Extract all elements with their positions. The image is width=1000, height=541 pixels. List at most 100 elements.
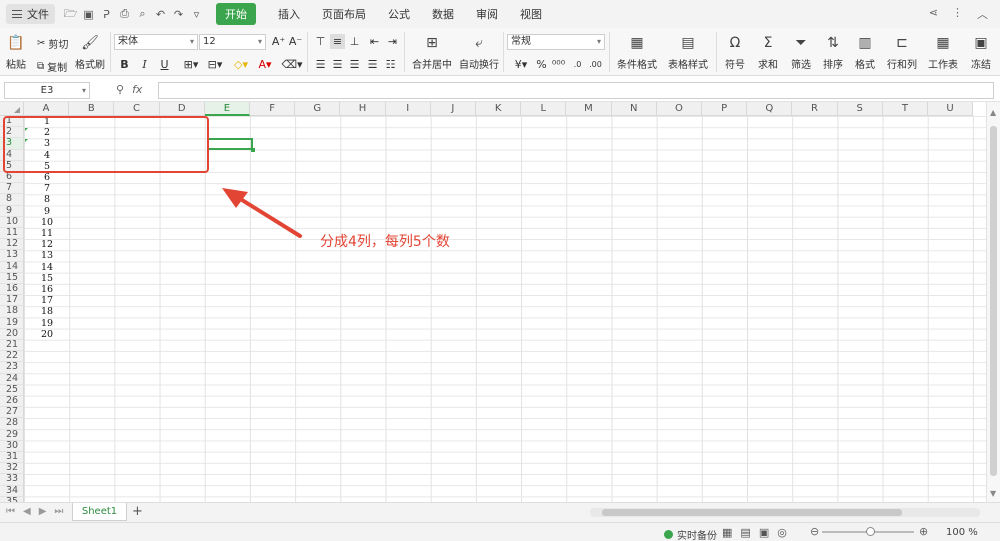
borders-icon[interactable]: ⊞▾ bbox=[180, 57, 202, 72]
row-header[interactable]: 18 bbox=[0, 306, 24, 318]
prev-sheet-icon[interactable]: ◀ bbox=[23, 506, 31, 517]
column-header[interactable]: O bbox=[656, 102, 702, 116]
increase-decimal-icon[interactable]: .0 bbox=[570, 57, 585, 72]
tab-4[interactable]: 数据 bbox=[432, 6, 454, 22]
tab-5[interactable]: 审阅 bbox=[476, 6, 498, 22]
page-layout-view-icon[interactable]: ▤ bbox=[740, 526, 750, 539]
share-icon[interactable]: ⋖ bbox=[929, 6, 938, 22]
underline-icon[interactable]: U bbox=[157, 57, 172, 72]
paste-button[interactable]: 📋 粘贴 bbox=[4, 28, 28, 71]
horizontal-scrollbar[interactable] bbox=[590, 508, 980, 517]
italic-icon[interactable]: I bbox=[137, 57, 152, 72]
wrap-text-button[interactable]: ⤶ 自动换行 bbox=[459, 28, 499, 71]
freeze-button[interactable]: ▣ 冻结 bbox=[964, 28, 998, 71]
zoom-out-icon[interactable]: ⊖ bbox=[810, 525, 819, 538]
row-col-button[interactable]: ⊏ 行和列 bbox=[883, 28, 921, 71]
tab-0[interactable]: 开始 bbox=[216, 3, 256, 25]
zoom-slider-knob[interactable] bbox=[866, 527, 875, 536]
clear-icon[interactable]: ⌫▾ bbox=[281, 57, 303, 72]
column-header[interactable]: Q bbox=[747, 102, 793, 116]
conditional-format-button[interactable]: ▦ 条件格式 bbox=[613, 28, 661, 71]
distributed-icon[interactable]: ☷ bbox=[383, 57, 398, 72]
add-sheet-button[interactable]: + bbox=[132, 504, 143, 519]
active-cell-e3[interactable] bbox=[207, 138, 255, 152]
justify-icon[interactable]: ☰ bbox=[365, 57, 380, 72]
merge-cells-icon[interactable]: ⊟▾ bbox=[204, 57, 226, 72]
customize-dropdown-icon[interactable]: ▿ bbox=[189, 7, 204, 22]
reading-mode-icon[interactable]: ◎ bbox=[777, 526, 787, 539]
cut-button[interactable]: ✂ 剪切 bbox=[37, 36, 68, 51]
bold-icon[interactable]: B bbox=[117, 57, 132, 72]
vertical-scrollbar[interactable]: ▲ ▼ bbox=[986, 102, 1000, 502]
cell-a8[interactable]: 8 bbox=[24, 194, 70, 205]
indent-increase-icon[interactable]: ⇥ bbox=[385, 34, 400, 49]
cell-a10[interactable]: 10 bbox=[24, 217, 70, 228]
tab-3[interactable]: 公式 bbox=[388, 6, 410, 22]
merge-center-button[interactable]: ⊞ 合并居中 bbox=[408, 28, 456, 71]
name-box[interactable]: E3 bbox=[4, 82, 90, 99]
column-header[interactable]: N bbox=[611, 102, 657, 116]
cell-a17[interactable]: 17 bbox=[24, 295, 70, 306]
tab-1[interactable]: 插入 bbox=[278, 6, 300, 22]
column-header[interactable]: J bbox=[430, 102, 476, 116]
select-all-corner[interactable] bbox=[0, 102, 24, 116]
more-icon[interactable]: ⋮ bbox=[952, 6, 963, 22]
row-header[interactable]: 8 bbox=[0, 194, 24, 206]
column-header[interactable]: R bbox=[792, 102, 838, 116]
filter-button[interactable]: ⏷ 筛选 bbox=[786, 28, 816, 71]
column-header[interactable]: P bbox=[702, 102, 748, 116]
symbol-button[interactable]: Ω 符号 bbox=[720, 28, 750, 71]
cell-a11[interactable]: 11 bbox=[24, 228, 70, 239]
worksheet-button[interactable]: ▦ 工作表 bbox=[924, 28, 962, 71]
currency-icon[interactable]: ¥▾ bbox=[510, 57, 532, 72]
cell-a20[interactable]: 20 bbox=[24, 329, 70, 340]
decrease-decimal-icon[interactable]: .00 bbox=[588, 57, 603, 72]
percent-icon[interactable]: % bbox=[534, 57, 549, 72]
row-header[interactable]: 6 bbox=[0, 171, 24, 184]
row-header[interactable]: 23 bbox=[0, 362, 24, 374]
first-sheet-icon[interactable]: ⏮ bbox=[6, 506, 15, 517]
cell-a7[interactable]: 7 bbox=[24, 183, 70, 194]
format-painter-button[interactable]: 🖌 格式刷 bbox=[74, 28, 106, 71]
table-style-button[interactable]: ▤ 表格样式 bbox=[665, 28, 711, 71]
increase-font-icon[interactable]: A⁺ bbox=[271, 34, 286, 49]
print-preview-icon[interactable]: ⌕ bbox=[135, 7, 150, 22]
cell-a9[interactable]: 9 bbox=[24, 206, 70, 217]
zoom-in-icon[interactable]: ⊕ bbox=[919, 525, 928, 538]
collapse-ribbon-icon[interactable]: ︿ bbox=[977, 6, 988, 22]
align-center-icon[interactable]: ☰ bbox=[330, 57, 345, 72]
scroll-down-icon[interactable]: ▼ bbox=[990, 489, 996, 498]
preview-icon[interactable]: ᕈ bbox=[99, 7, 114, 22]
thousands-icon[interactable]: ⁰⁰⁰ bbox=[551, 57, 566, 72]
fx-icon[interactable]: fx bbox=[132, 83, 142, 96]
row-header[interactable]: 33 bbox=[0, 474, 24, 486]
column-header[interactable]: C bbox=[114, 102, 160, 116]
tab-2[interactable]: 页面布局 bbox=[322, 6, 366, 22]
align-top-icon[interactable]: ⊤ bbox=[313, 34, 328, 49]
cell-a15[interactable]: 15 bbox=[24, 273, 70, 284]
sheet-tab-sheet1[interactable]: Sheet1 bbox=[72, 503, 127, 521]
column-header[interactable]: L bbox=[521, 102, 567, 116]
align-right-icon[interactable]: ☰ bbox=[347, 57, 362, 72]
cell-grid[interactable] bbox=[24, 116, 986, 502]
undo-icon[interactable]: ↶ bbox=[153, 7, 168, 22]
indent-decrease-icon[interactable]: ⇤ bbox=[367, 34, 382, 49]
row-header[interactable]: 13 bbox=[0, 250, 24, 262]
row-header[interactable]: 7 bbox=[0, 183, 24, 195]
copy-button[interactable]: ⧉ 复制 bbox=[37, 59, 67, 74]
print-icon[interactable]: ⎙ bbox=[117, 7, 132, 22]
zoom-level[interactable]: 100 % bbox=[946, 527, 978, 538]
decrease-font-icon[interactable]: A⁻ bbox=[288, 34, 303, 49]
sort-button[interactable]: ⇅ 排序 bbox=[818, 28, 848, 71]
tab-6[interactable]: 视图 bbox=[520, 6, 542, 22]
column-header[interactable]: U bbox=[928, 102, 974, 116]
align-middle-icon[interactable]: ≡ bbox=[330, 34, 345, 49]
font-size-select[interactable]: 12 bbox=[199, 34, 266, 50]
zoom-formula-icon[interactable]: ⚲ bbox=[116, 83, 124, 96]
formula-input[interactable] bbox=[158, 82, 994, 99]
number-format-select[interactable]: 常规 bbox=[507, 34, 605, 50]
column-header[interactable]: F bbox=[250, 102, 296, 116]
open-folder-icon[interactable]: 🗁 bbox=[63, 7, 78, 22]
column-header[interactable]: M bbox=[566, 102, 612, 116]
cell-a12[interactable]: 12 bbox=[24, 239, 70, 250]
